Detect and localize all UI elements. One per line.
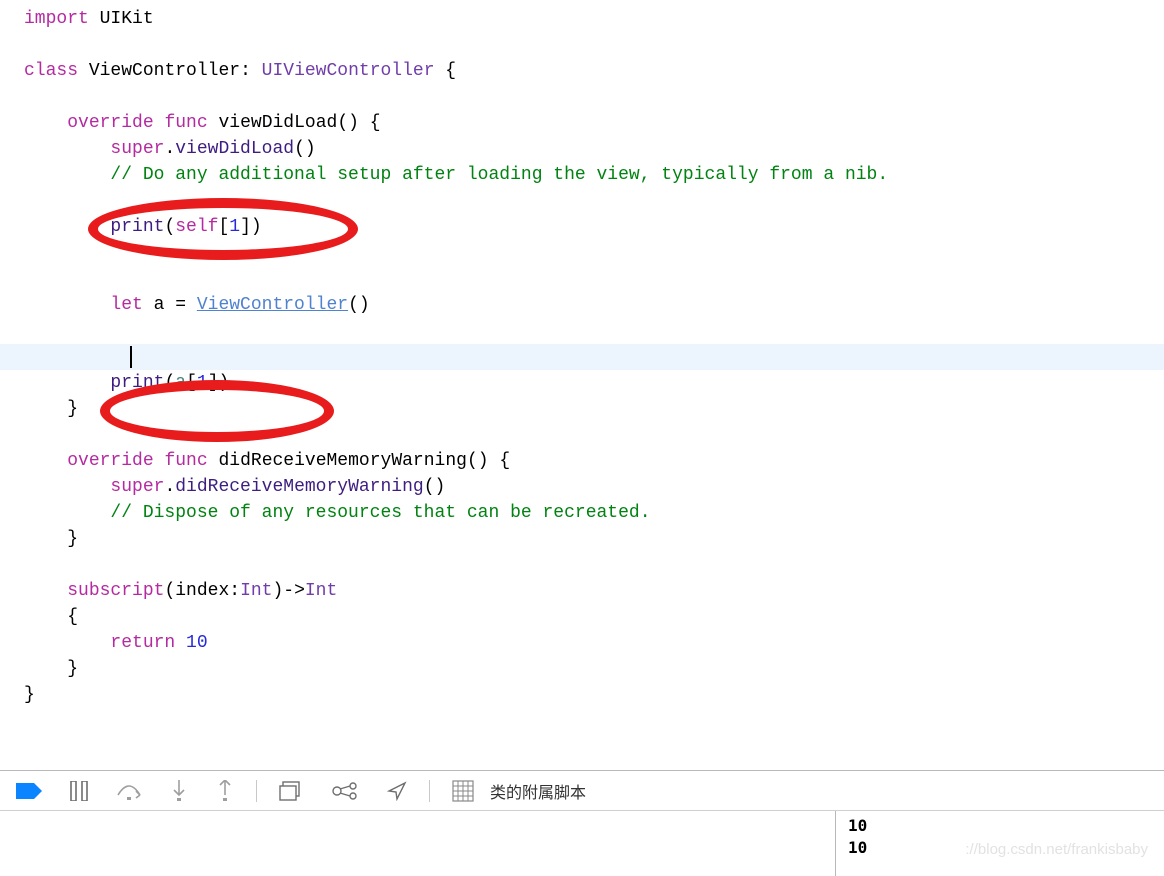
location-icon[interactable] [387,781,407,801]
pause-icon[interactable] [70,781,88,801]
code-line [0,422,1164,448]
console-area: 10 10 [0,811,1164,876]
code-line: // Dispose of any resources that can be … [0,500,1164,526]
breakpoint-toggle-icon[interactable] [16,783,42,799]
process-label[interactable]: 类的附属脚本 [490,779,586,803]
code-line [0,552,1164,578]
code-line: import UIKit [0,6,1164,32]
code-line: print(a[1]) [0,370,1164,396]
code-line: override func didReceiveMemoryWarning() … [0,448,1164,474]
code-line [0,318,1164,344]
code-line: { [0,604,1164,630]
code-line-active [0,344,1164,370]
step-over-icon[interactable] [116,781,142,801]
code-line: return 10 [0,630,1164,656]
code-line: class ViewController: UIViewController { [0,58,1164,84]
process-icon[interactable] [452,780,474,802]
code-line [0,32,1164,58]
code-line: } [0,526,1164,552]
code-line: let a = ViewController() [0,292,1164,318]
code-line: // Do any additional setup after loading… [0,162,1164,188]
code-line: override func viewDidLoad() { [0,110,1164,136]
code-line: } [0,682,1164,708]
code-line [0,240,1164,266]
memory-graph-icon[interactable] [331,781,359,801]
separator [256,780,257,802]
code-line [0,188,1164,214]
console-output-line: 10 [848,837,1152,859]
code-line [0,266,1164,292]
debug-toolbar: 类的附属脚本 [0,771,1164,811]
debug-view-icon[interactable] [279,781,303,801]
code-line: } [0,396,1164,422]
code-line: } [0,656,1164,682]
code-line: print(self[1]) [0,214,1164,240]
code-line: super.didReceiveMemoryWarning() [0,474,1164,500]
console-output-line: 10 [848,815,1152,837]
step-out-icon[interactable] [216,780,234,802]
step-into-icon[interactable] [170,780,188,802]
separator [429,780,430,802]
variables-pane[interactable] [0,811,836,876]
output-pane[interactable]: 10 10 [836,811,1164,876]
code-line: subscript(index:Int)->Int [0,578,1164,604]
code-line: super.viewDidLoad() [0,136,1164,162]
code-editor[interactable]: import UIKit class ViewController: UIVie… [0,0,1164,770]
code-line [0,84,1164,110]
